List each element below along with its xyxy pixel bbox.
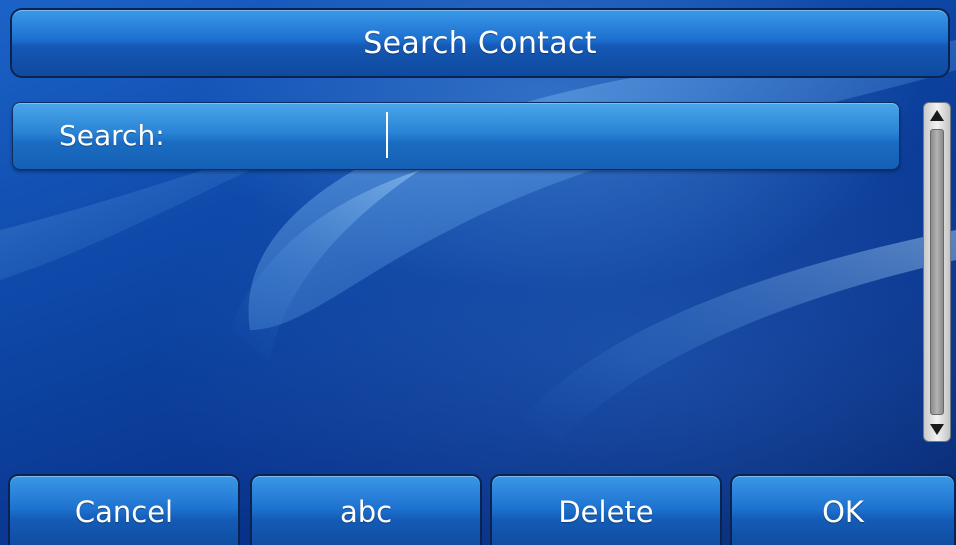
softkey-bar: Cancel abc Delete OK: [8, 474, 956, 545]
title-bar: Search Contact: [10, 8, 950, 78]
text-cursor: [386, 112, 388, 158]
triangle-down-icon: [930, 423, 944, 435]
search-row[interactable]: Search:: [12, 102, 900, 170]
triangle-up-icon: [930, 109, 944, 121]
scroll-up-button[interactable]: [926, 105, 948, 125]
scrollbar[interactable]: [923, 102, 951, 442]
phone-screen: Search Contact Search: Cancel abc Delete…: [0, 0, 956, 545]
scroll-thumb[interactable]: [930, 129, 944, 415]
cancel-button[interactable]: Cancel: [8, 474, 240, 545]
page-title: Search Contact: [363, 25, 597, 61]
background-swoosh: [0, 40, 956, 440]
input-mode-button[interactable]: abc: [250, 474, 482, 545]
scroll-down-button[interactable]: [926, 419, 948, 439]
search-input[interactable]: [383, 111, 883, 161]
search-label: Search:: [59, 119, 165, 152]
delete-button[interactable]: Delete: [490, 474, 722, 545]
ok-button[interactable]: OK: [730, 474, 956, 545]
